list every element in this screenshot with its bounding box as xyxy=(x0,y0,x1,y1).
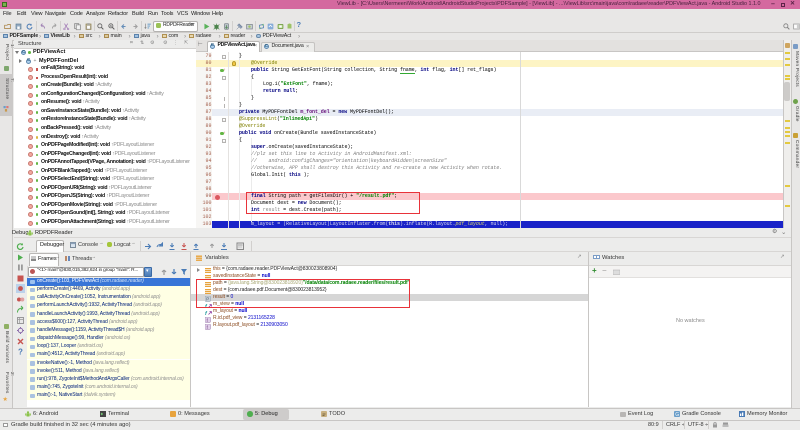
svg-text:f: f xyxy=(205,311,208,316)
svg-text:G: G xyxy=(675,412,679,417)
svg-text:?: ? xyxy=(18,348,23,357)
